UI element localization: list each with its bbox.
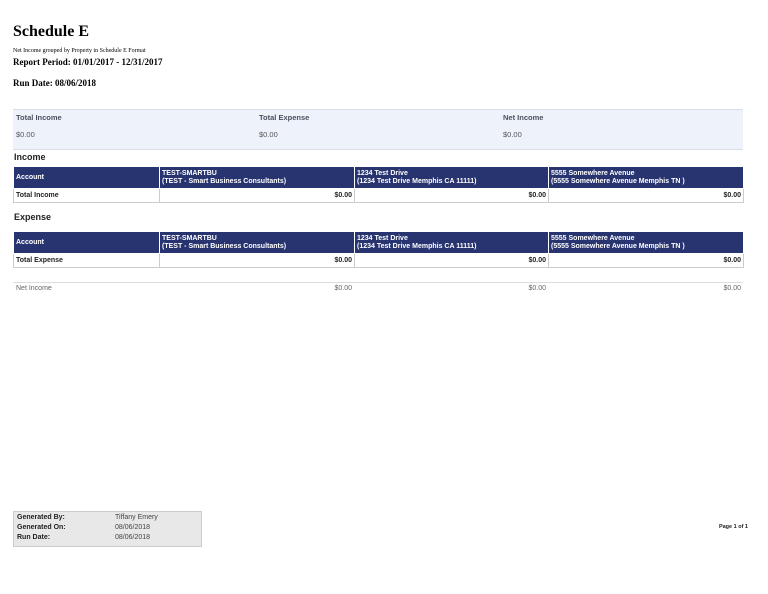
label: Generated By:: [17, 514, 65, 521]
net-income-row: Net Income $0.00 $0.00 $0.00: [13, 282, 743, 292]
table-header-row: Account TEST-SMARTBU (TEST - Smart Busine…: [13, 166, 744, 189]
report-title: Schedule E: [13, 23, 90, 40]
page-number: Page 1 of 1: [718, 524, 748, 530]
total-label: Total Income: [13, 188, 160, 203]
net-income-value: $0.00: [334, 285, 352, 292]
value: $0.00: [503, 130, 522, 139]
net-income-label: Net Income: [16, 285, 52, 292]
net-income-value: $0.00: [528, 285, 546, 292]
total-value: $0.00: [354, 188, 549, 203]
net-income-value: $0.00: [723, 285, 741, 292]
table-row: Total Income $0.00 $0.00 $0.00: [13, 188, 744, 203]
generated-on: 08/06/2018: [115, 524, 151, 531]
report-period: Report Period: 01/01/2017 - 12/31/2017: [13, 57, 163, 67]
property-header: 5555 Somewhere Avenue (5555 Somewhere Ave…: [548, 166, 744, 189]
total-value: $0.00: [159, 253, 355, 268]
summary-panel: Total Income $0.00 Total Expense $0.00 Net…: [13, 109, 743, 150]
account-header: Account: [13, 166, 160, 189]
property-header: 5555 Somewhere Avenue (5555 Somewhere Ave…: [548, 231, 744, 254]
label: Generated On:: [17, 524, 66, 531]
summary-total-expense: Total Expense $0.00: [259, 113, 309, 139]
value: $0.00: [259, 130, 278, 139]
expense-heading: Expense: [14, 212, 52, 222]
property-header: TEST-SMARTBU (TEST - Smart Business Consu…: [159, 231, 355, 254]
total-value: $0.00: [159, 188, 355, 203]
total-label: Total Expense: [13, 253, 160, 268]
total-value: $0.00: [354, 253, 549, 268]
label: Run Date:: [17, 534, 51, 541]
income-table: Account TEST-SMARTBU (TEST - Smart Busine…: [13, 166, 744, 203]
label: Total Expense: [259, 113, 310, 122]
generation-info: Generated By: Tiffany Emery Generated On:…: [13, 511, 202, 547]
table-header-row: Account TEST-SMARTBU (TEST - Smart Busine…: [13, 231, 744, 254]
expense-table: Account TEST-SMARTBU (TEST - Smart Busine…: [13, 231, 744, 268]
table-row: Total Expense $0.00 $0.00 $0.00: [13, 253, 744, 268]
property-header: 1234 Test Drive (1234 Test Drive Memphis …: [354, 231, 549, 254]
income-heading: Income: [14, 152, 46, 162]
report-subtitle: Net Income grouped by Property in Schedu…: [13, 48, 146, 54]
property-header: 1234 Test Drive (1234 Test Drive Memphis …: [354, 166, 549, 189]
property-header: TEST-SMARTBU (TEST - Smart Business Consu…: [159, 166, 355, 189]
total-value: $0.00: [548, 253, 744, 268]
run-date: Run Date: 08/06/2018: [13, 78, 96, 88]
total-value: $0.00: [548, 188, 744, 203]
summary-net-income: Net Income $0.00: [503, 113, 543, 139]
footer-run-date: 08/06/2018: [115, 534, 151, 541]
label: Net Income: [503, 113, 544, 122]
generated-by: Tiffany Emery: [115, 514, 158, 521]
account-header: Account: [13, 231, 160, 254]
label: Total Income: [16, 113, 62, 122]
value: $0.00: [16, 130, 35, 139]
summary-total-income: Total Income $0.00: [16, 113, 62, 139]
